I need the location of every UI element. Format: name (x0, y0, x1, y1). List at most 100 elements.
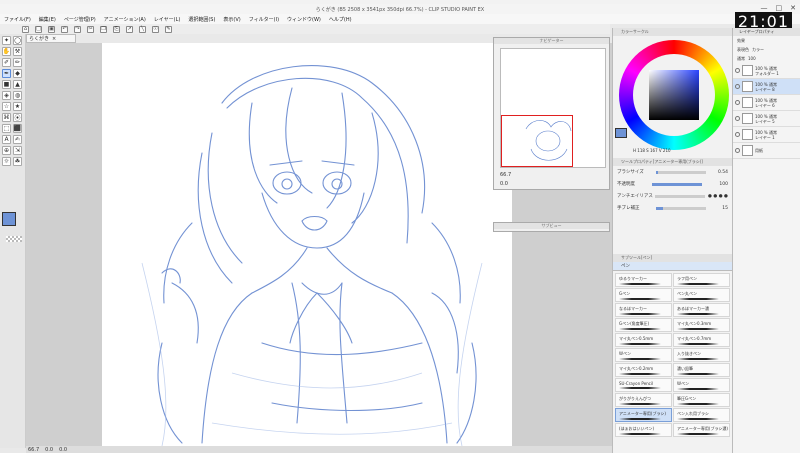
tool-button-19-icon[interactable]: ✍ (13, 135, 22, 144)
brush-item[interactable]: Wペン (615, 348, 672, 362)
subtool-tab-pen[interactable]: ペン (613, 262, 732, 271)
tool-property-value[interactable]: 15 (722, 206, 728, 211)
tool-property-row[interactable]: 不透明度 100 (613, 178, 732, 190)
brush-item[interactable]: (ほぁおはいいペン) (615, 423, 672, 437)
eye-icon[interactable] (735, 68, 740, 73)
home-icon[interactable]: ⌂ (22, 25, 29, 33)
close-icon[interactable]: ✕ (790, 4, 796, 12)
copy-icon[interactable]: ❐ (100, 25, 107, 33)
layer-row[interactable]: 100 % 通常 レイヤー 1 (733, 127, 800, 143)
tool-button-20-icon[interactable]: ⊕ (2, 146, 11, 155)
tool-button-17-icon[interactable]: ⬛ (13, 124, 22, 133)
tool-button-10-icon[interactable]: ◈ (2, 91, 11, 100)
cut-icon[interactable]: ✂ (87, 25, 94, 33)
tool-button-6-icon[interactable]: ✒ (2, 69, 11, 78)
menu-animation[interactable]: アニメーション(A) (104, 16, 146, 23)
tool-button-23-icon[interactable]: ☘ (13, 157, 22, 166)
edit-icon[interactable]: ✎ (165, 25, 172, 33)
brush-item[interactable]: Gペン (615, 288, 672, 302)
menu-filter[interactable]: フィルター(I) (249, 16, 279, 23)
brush-item[interactable]: 筆圧Gペン (673, 393, 730, 407)
navigator-preview[interactable] (500, 48, 606, 168)
tool-property-row[interactable]: アンチエイリアス ● ● ● ● (613, 190, 732, 202)
eye-icon[interactable] (735, 132, 740, 137)
menu-window[interactable]: ウィンドウ(W) (287, 16, 321, 23)
menu-file[interactable]: ファイル(F) (4, 16, 31, 23)
brush-item[interactable]: がりがりえんぴつ (615, 393, 672, 407)
tool-property-slider[interactable] (655, 170, 706, 174)
brush-item[interactable]: 濃い鉛筆 (673, 363, 730, 377)
menu-help[interactable]: ヘルプ(H) (329, 16, 352, 23)
layer-row[interactable]: 100 % 通常 フォルダー 1 (733, 63, 800, 79)
navigator-rotation[interactable]: 0.0 (500, 181, 508, 187)
eye-icon[interactable] (735, 84, 740, 89)
tool-button-0-icon[interactable]: ✦ (2, 36, 11, 45)
brush-item[interactable]: ゆるりマーカー (615, 273, 672, 287)
brush-item[interactable]: ペン入れ用ブラシ (673, 408, 730, 422)
tool-property-value[interactable]: 100 (719, 182, 728, 187)
layer-expression-select[interactable]: カラー (752, 47, 764, 53)
navigator-view-frame[interactable] (501, 115, 573, 167)
brush-item[interactable]: SU-Crayon Pencil (615, 378, 672, 392)
menu-select[interactable]: 選択範囲(S) (188, 16, 215, 23)
tool-property-row[interactable]: 手ブレ補正 15 (613, 202, 732, 214)
canvas-paper[interactable] (102, 43, 512, 446)
tool-button-14-icon[interactable]: ⌘ (2, 113, 11, 122)
transform-icon[interactable]: ↗ (126, 25, 133, 33)
eye-icon[interactable] (735, 100, 740, 105)
menu-edit[interactable]: 編集(E) (39, 16, 56, 23)
tool-property-value[interactable]: ● ● ● ● (708, 194, 728, 199)
menu-page[interactable]: ページ管理(P) (64, 16, 96, 23)
status-zoom[interactable]: 66.7 (28, 447, 39, 453)
tool-button-16-icon[interactable]: ⬚ (2, 124, 11, 133)
navigator-zoom[interactable]: 66.7 (500, 172, 511, 178)
tool-button-11-icon[interactable]: ◍ (13, 91, 22, 100)
brush-item[interactable]: アニメーター専用(ブラシ濃) (673, 423, 730, 437)
tool-button-21-icon[interactable]: ⇲ (13, 146, 22, 155)
blend-mode-select[interactable]: 通常 (737, 56, 745, 62)
menu-view[interactable]: 表示(V) (223, 16, 240, 23)
brush-item[interactable]: マイ丸ペン0.5mm (615, 333, 672, 347)
tool-button-7-icon[interactable]: ◆ (13, 69, 22, 78)
main-color-swatch[interactable] (2, 212, 16, 226)
eye-icon[interactable] (735, 148, 740, 153)
close-tab-icon[interactable]: × (52, 36, 56, 42)
tool-property-slider[interactable] (655, 194, 706, 198)
brush-item[interactable]: 入り抜きペン (673, 348, 730, 362)
layer-opacity[interactable]: 100 (748, 56, 756, 61)
tool-button-4-icon[interactable]: ✐ (2, 58, 11, 67)
tool-button-22-icon[interactable]: ☼ (2, 157, 11, 166)
maximize-icon[interactable]: □ (776, 4, 783, 12)
brush-item[interactable]: マイ丸ペン0.3mm (673, 318, 730, 332)
redo-icon[interactable]: ↷ (74, 25, 81, 33)
document-tab[interactable]: らくがき × (26, 34, 76, 43)
brush-item[interactable]: Wペン (673, 378, 730, 392)
saturation-value-square[interactable] (649, 70, 699, 120)
tool-button-1-icon[interactable]: ◯ (13, 36, 22, 45)
tool-property-value[interactable]: 0.54 (718, 170, 728, 175)
ruler-icon[interactable]: ╲ (139, 25, 146, 33)
tool-button-5-icon[interactable]: ✏ (13, 58, 22, 67)
layer-row[interactable]: 100 % 通常 レイヤー 6 (733, 95, 800, 111)
minimize-icon[interactable]: — (761, 4, 768, 12)
tool-button-2-icon[interactable]: ✋ (2, 47, 11, 56)
brush-item[interactable]: マイ丸ペン0.2mm (615, 363, 672, 377)
tool-button-15-icon[interactable]: ⦿ (13, 113, 22, 122)
tool-button-8-icon[interactable]: ■ (2, 80, 11, 89)
tool-property-slider[interactable] (652, 182, 703, 186)
brush-item[interactable]: ペン丸ペン (673, 288, 730, 302)
transparent-color-swatch[interactable] (6, 236, 22, 242)
eye-icon[interactable] (735, 116, 740, 121)
tool-property-slider[interactable] (655, 206, 706, 210)
layer-row[interactable]: 100 % 通常 レイヤー 5 (733, 111, 800, 127)
status-rotation[interactable]: 0.0 (45, 447, 53, 453)
tool-property-row[interactable]: ブラシサイズ 0.54 (613, 166, 732, 178)
layer-row[interactable]: 100 % 通常 レイヤー 8 (733, 79, 800, 95)
save-icon[interactable]: ▣ (48, 25, 55, 33)
snap-icon[interactable]: ☉ (152, 25, 159, 33)
menu-layer[interactable]: レイヤー(L) (154, 16, 181, 23)
hue-ring[interactable] (619, 40, 729, 150)
tool-button-13-icon[interactable]: ★ (13, 102, 22, 111)
tool-button-18-icon[interactable]: A (2, 135, 11, 144)
undo-icon[interactable]: ↶ (61, 25, 68, 33)
